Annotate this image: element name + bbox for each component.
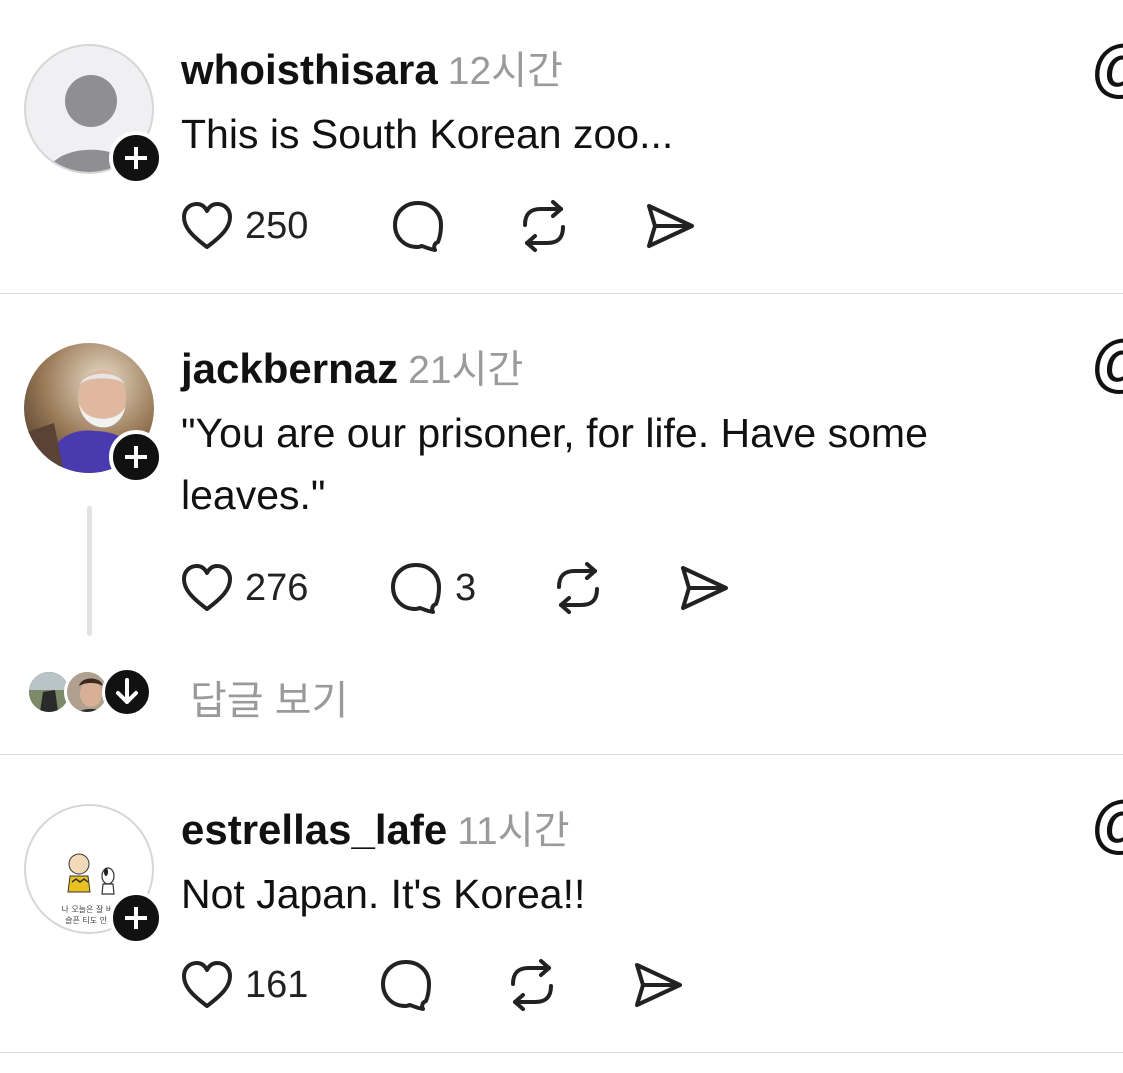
share-button[interactable] [643,196,697,256]
action-bar: 250 [181,196,741,256]
like-count: 276 [245,566,309,609]
share-button[interactable] [677,558,731,618]
threads-icon[interactable]: @ [1090,36,1123,100]
repost-button[interactable] [517,196,571,256]
like-count: 161 [245,963,309,1006]
repost-button[interactable] [551,558,605,618]
heart-icon [182,564,232,611]
repost-icon [511,959,553,1011]
like-count: 250 [245,204,309,247]
divider [0,1052,1123,1053]
like-button[interactable]: 276 [181,558,308,618]
repost-icon [557,562,599,614]
comment-icon [391,563,441,614]
action-bar: 161 [181,955,741,1015]
post-text: Not Japan. It's Korea!! [181,871,586,917]
username[interactable]: jackbernaz [181,345,398,392]
share-icon [635,963,682,1007]
comment-icon [393,201,443,252]
view-replies-row[interactable]: 답글 보기 [0,664,400,724]
threads-icon[interactable]: @ [1090,792,1123,856]
thread-line [87,506,92,636]
share-icon [681,566,728,610]
post-whoisthisara: whoisthisara12시간 @ This is South Korean … [0,0,1123,294]
like-button[interactable]: 250 [181,196,308,256]
comment-button[interactable]: 3 [389,558,476,618]
arrow-down-icon [116,678,138,704]
username[interactable]: estrellas_lafe [181,806,447,853]
threads-icon[interactable]: @ [1090,331,1123,395]
comment-button[interactable] [391,196,445,256]
follow-plus-icon[interactable] [109,131,163,185]
view-replies-label[interactable]: 답글 보기 [190,668,348,726]
action-bar: 276 3 [181,558,781,618]
repost-button[interactable] [505,955,559,1015]
share-button[interactable] [631,955,685,1015]
post-jackbernaz: jackbernaz21시간 @ "You are our prisoner, … [0,294,1123,754]
timestamp: 21시간 [408,349,524,392]
timestamp: 12시간 [447,50,563,93]
post-header: estrellas_lafe 11시간 [181,800,569,856]
post-text: This is South Korean zoo... [181,111,674,157]
post-header: jackbernaz 21시간 [181,339,523,395]
heart-icon [182,202,232,249]
follow-plus-icon[interactable] [109,430,163,484]
heart-icon [182,961,232,1008]
follow-plus-icon[interactable] [109,891,163,945]
username[interactable]: whoisthisara [181,46,438,93]
timestamp: 11시간 [457,810,570,853]
post-text: "You are our prisoner, for life. Have so… [181,410,928,518]
repost-icon [523,200,565,252]
post-header: whoisthisara 12시간 [181,40,563,96]
comment-icon [381,960,431,1011]
comment-count: 3 [455,566,477,609]
expand-replies-button[interactable] [102,667,152,717]
share-icon [647,204,694,248]
comment-button[interactable] [379,955,433,1015]
like-button[interactable]: 161 [181,955,308,1015]
post-estrellas_lafe: 나 오늘은 잘 버텼 슬픈 티도 안 났 estrellas_lafe 11시간 … [0,755,1123,1055]
